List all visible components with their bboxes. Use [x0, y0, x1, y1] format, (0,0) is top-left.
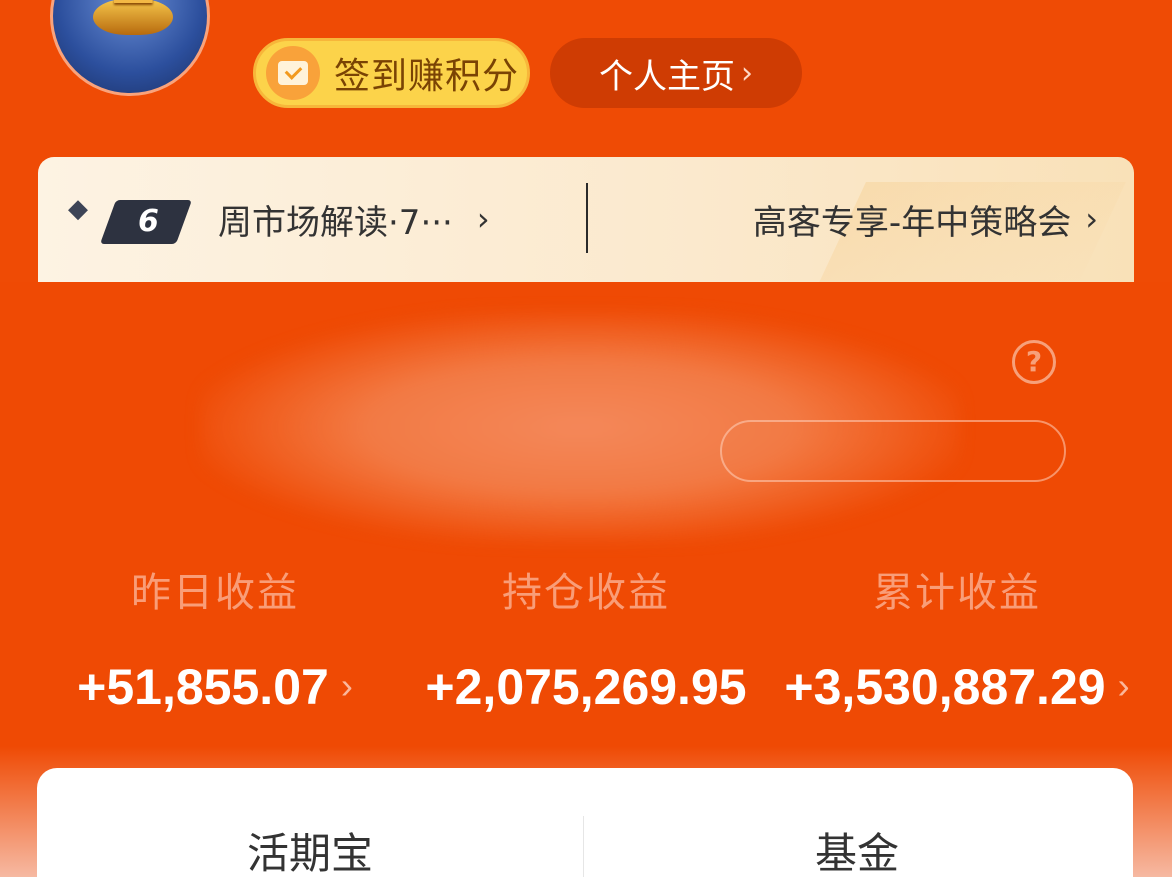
level-number: 6	[138, 204, 159, 239]
earning-yesterday[interactable]: 昨日收益 +51,855.07 ›	[20, 560, 410, 716]
chevron-right-icon: ›	[741, 55, 753, 91]
earning-amount: +51,855.07	[77, 659, 329, 715]
chevron-right-icon: ›	[476, 200, 490, 238]
avatar-symbol: £	[109, 0, 158, 19]
earning-label: 累计收益	[873, 570, 1041, 616]
earning-label: 昨日收益	[131, 570, 299, 616]
profile-home-label: 个人主页	[599, 56, 735, 97]
earning-cumulative[interactable]: 累计收益 +3,530,887.29 ›	[762, 560, 1152, 716]
earning-holding[interactable]: 持仓收益 +2,075,269.95	[391, 560, 781, 716]
checkin-button[interactable]: 签到赚积分	[253, 38, 530, 108]
tab-huoqibao[interactable]: 活期宝	[37, 820, 583, 877]
asset-tab-card: 活期宝 基金	[37, 768, 1133, 877]
earning-value: +51,855.07 ›	[20, 658, 410, 716]
banner-link-market-review-label: 周市场解读·7···	[218, 202, 453, 243]
banner-link-market-review[interactable]: 周市场解读·7··· ›	[218, 193, 490, 245]
banner-link-strategy-meeting-label: 高客专享-年中策略会	[752, 202, 1072, 243]
banner-divider	[586, 183, 588, 253]
promo-banner: ◆ 6 周市场解读·7··· › 高客专享-年中策略会 ›	[38, 157, 1134, 282]
profile-home-button[interactable]: 个人主页 ›	[550, 38, 802, 108]
checkin-label: 签到赚积分	[334, 56, 520, 97]
banner-link-strategy-meeting[interactable]: 高客专享-年中策略会 ›	[753, 193, 1098, 245]
earning-amount: +3,530,887.29	[784, 659, 1106, 715]
chevron-right-icon: ›	[340, 665, 353, 706]
earning-label: 持仓收益	[502, 570, 670, 616]
level-badge: ◆ 6	[68, 192, 193, 244]
blurred-asset-pill	[720, 420, 1066, 482]
tab-fund[interactable]: 基金	[584, 820, 1130, 877]
earning-value: +3,530,887.29 ›	[762, 658, 1152, 716]
help-circle-icon[interactable]: ?	[1012, 340, 1056, 384]
chevron-right-icon: ›	[1117, 665, 1130, 706]
chevron-right-icon: ›	[1085, 200, 1098, 238]
calendar-check-icon	[266, 46, 320, 100]
earning-amount: +2,075,269.95	[425, 659, 747, 715]
earning-value: +2,075,269.95	[391, 658, 781, 716]
diamond-icon: ◆	[68, 194, 88, 224]
